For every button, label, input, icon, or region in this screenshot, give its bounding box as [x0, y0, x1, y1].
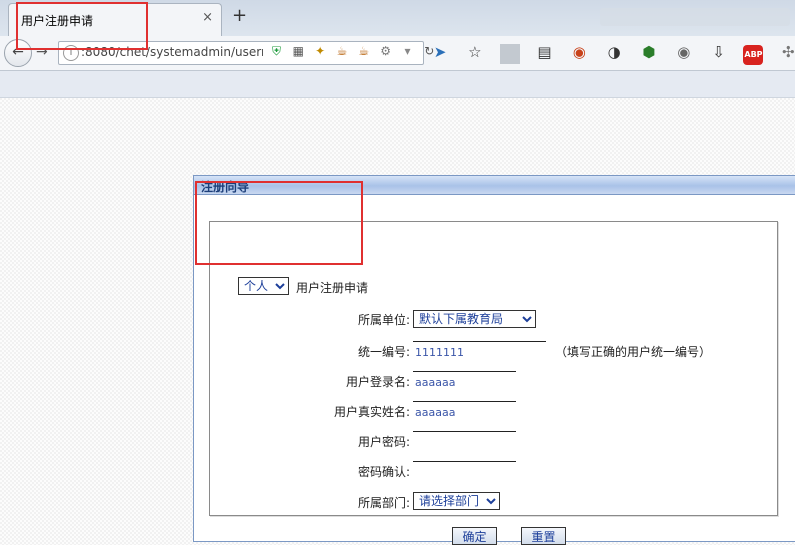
tab-active[interactable]: 用户注册申请 × [8, 3, 222, 37]
qr-code-icon[interactable]: ▦ [291, 44, 306, 59]
reading-list-icon[interactable]: ▤ [534, 42, 554, 62]
close-tab-icon[interactable]: × [202, 10, 213, 25]
dropdown-icon[interactable]: ▾ [400, 44, 415, 59]
registration-form: 个人 用户注册申请 所属单位: 默认下属教育局 统一编号: （填写正确的用户统一… [209, 221, 778, 545]
extension-icon[interactable]: ⚙ [378, 44, 393, 59]
reset-button[interactable]: 重置 [521, 527, 566, 545]
forward-icon[interactable]: → [36, 44, 48, 60]
url-text[interactable]: :8080/chet/systemadmin/userreg [81, 45, 263, 59]
background-tab[interactable] [600, 8, 790, 26]
navigation-bar: ← → i :8080/chet/systemadmin/userreg ⛨ ▦… [0, 36, 795, 71]
dept-select[interactable]: 请选择部门 [413, 492, 500, 510]
dept-label: 所属部门: [357, 496, 410, 510]
panel-header: 注册向导 [194, 176, 795, 195]
ok-button[interactable]: 确定 [452, 527, 497, 545]
gear-extension-icon[interactable]: ◉ [674, 42, 694, 62]
user-type-select[interactable]: 个人 [238, 277, 289, 295]
registration-panel: 注册向导 个人 用户注册申请 所属单位: 默认下属教育局 统一编号: （填写正确… [193, 175, 795, 545]
back-icon[interactable]: ← [4, 39, 32, 67]
extension-icon[interactable]: ✦ [313, 44, 328, 59]
realname-label: 用户真实姓名: [333, 405, 410, 419]
code-label: 统一编号: [357, 345, 410, 359]
bookmarks-bar [0, 71, 795, 98]
java-icon[interactable]: ☕ [356, 44, 371, 59]
confirm-label: 密码确认: [357, 465, 410, 479]
twitter-bird-icon[interactable]: ➤ [430, 42, 450, 62]
tab-strip: 用户注册申请 × + [0, 0, 795, 37]
panel-title: 注册向导 [201, 180, 250, 194]
login-input[interactable] [413, 371, 516, 390]
new-tab-button[interactable]: + [232, 5, 247, 26]
unit-select[interactable]: 默认下属教育局 [413, 310, 536, 328]
toolbar-separator [499, 43, 520, 64]
url-bar[interactable]: i :8080/chet/systemadmin/userreg ⛨ ▦ ✦ ☕… [58, 41, 434, 65]
palette-icon[interactable]: ◑ [604, 42, 624, 62]
green-shield-icon[interactable]: ⬢ [639, 42, 659, 62]
unit-label: 所属单位: [357, 313, 410, 327]
password-input[interactable] [413, 431, 516, 450]
extension-icon[interactable]: ◉ [569, 42, 589, 62]
java-icon[interactable]: ☕ [334, 44, 349, 59]
download-icon[interactable]: ⇩ [709, 42, 729, 62]
bookmark-star-icon[interactable]: ☆ [465, 42, 485, 62]
user-type-label: 用户注册申请 [296, 281, 369, 295]
realname-input[interactable] [413, 401, 516, 420]
adblock-plus-icon[interactable]: ABP [743, 45, 764, 65]
extension-icon[interactable]: ✣ [778, 42, 795, 62]
info-icon[interactable]: i [63, 45, 79, 61]
code-input[interactable] [413, 341, 546, 360]
password-label: 用户密码: [357, 435, 410, 449]
tab-title: 用户注册申请 [21, 14, 94, 28]
confirm-password-input[interactable] [413, 461, 516, 480]
login-label: 用户登录名: [345, 375, 410, 389]
shield-icon[interactable]: ⛨ [269, 44, 284, 59]
code-hint: （填写正确的用户统一编号） [555, 345, 712, 359]
